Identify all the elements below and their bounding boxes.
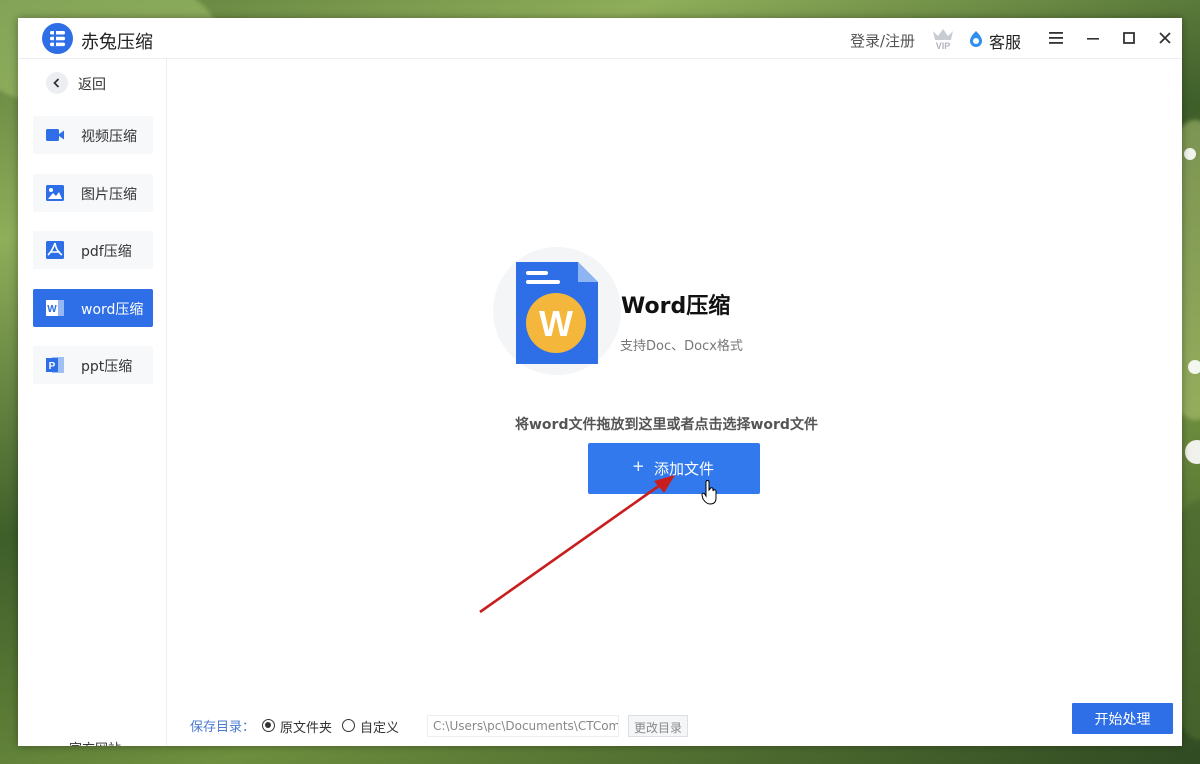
start-processing-button[interactable]: 开始处理 — [1072, 703, 1173, 734]
sidebar-item-label: pdf压缩 — [81, 244, 132, 260]
radio-custom[interactable] — [342, 719, 355, 732]
app-title: 赤兔压缩 — [81, 32, 153, 53]
doc-letter: W — [539, 303, 573, 344]
customer-service-icon[interactable] — [968, 30, 984, 48]
radio-custom-label[interactable]: 自定义 — [360, 717, 399, 736]
minimize-icon[interactable] — [1081, 26, 1105, 50]
sidebar-item-label: word压缩 — [81, 302, 144, 318]
sidebar-item-label: 图片压缩 — [81, 187, 137, 203]
login-register-link[interactable]: 登录/注册 — [850, 30, 915, 51]
back-arrow-icon — [46, 72, 68, 94]
video-icon — [46, 129, 64, 141]
customer-service-button[interactable]: 客服 — [989, 29, 1021, 53]
feature-subtitle: 支持Doc、Docx格式 — [620, 339, 743, 354]
sidebar-item-pdf[interactable]: pdf压缩 — [33, 231, 153, 269]
title-bar: 赤兔压缩 登录/注册 VIP 客服 — [18, 18, 1182, 59]
radio-original-folder-label[interactable]: 原文件夹 — [280, 717, 332, 736]
hand-cursor-icon — [701, 480, 717, 505]
save-directory-label: 保存目录： — [190, 720, 256, 735]
red-arrow-annotation — [479, 475, 675, 614]
pdf-icon — [46, 241, 64, 259]
sidebar-item-word[interactable]: W word压缩 — [33, 289, 153, 327]
official-site-link[interactable]: 官方网站 — [69, 738, 121, 746]
change-directory-button[interactable]: 更改目录 — [628, 715, 688, 737]
vip-badge-label: VIP — [936, 41, 951, 50]
drop-zone-hint: 将word文件拖放到这里或者点击选择word文件 — [515, 417, 818, 433]
save-path-field[interactable]: C:\Users\pc\Documents\CTCom — [427, 715, 619, 737]
svg-text:W: W — [47, 304, 57, 315]
word-document-icon: W — [516, 262, 598, 364]
feature-title: Word压缩 — [621, 294, 731, 319]
sidebar-item-label: ppt压缩 — [81, 359, 133, 375]
app-window: 赤兔压缩 登录/注册 VIP 客服 返回 视频压缩 图片压缩 pdf压缩 W w… — [18, 18, 1182, 746]
back-label: 返回 — [78, 77, 106, 93]
radio-original-folder[interactable] — [262, 719, 275, 732]
sidebar-item-video[interactable]: 视频压缩 — [33, 116, 153, 154]
maximize-icon[interactable] — [1117, 26, 1141, 50]
vip-crown-icon[interactable]: VIP — [930, 26, 956, 50]
ppt-icon: P — [46, 357, 64, 373]
app-logo-icon — [42, 23, 73, 54]
sidebar-item-ppt[interactable]: P ppt压缩 — [33, 346, 153, 384]
hamburger-menu-icon[interactable] — [1044, 26, 1068, 50]
close-icon[interactable] — [1153, 26, 1177, 50]
word-icon: W — [46, 300, 64, 316]
main-panel: W Word压缩 支持Doc、Docx格式 将word文件拖放到这里或者点击选择… — [168, 59, 1182, 746]
svg-text:P: P — [49, 361, 56, 372]
sidebar: 返回 视频压缩 图片压缩 pdf压缩 W word压缩 P ppt压缩 — [18, 59, 167, 746]
sidebar-item-label: 视频压缩 — [81, 129, 137, 145]
sidebar-item-image[interactable]: 图片压缩 — [33, 174, 153, 212]
image-icon — [46, 185, 64, 201]
